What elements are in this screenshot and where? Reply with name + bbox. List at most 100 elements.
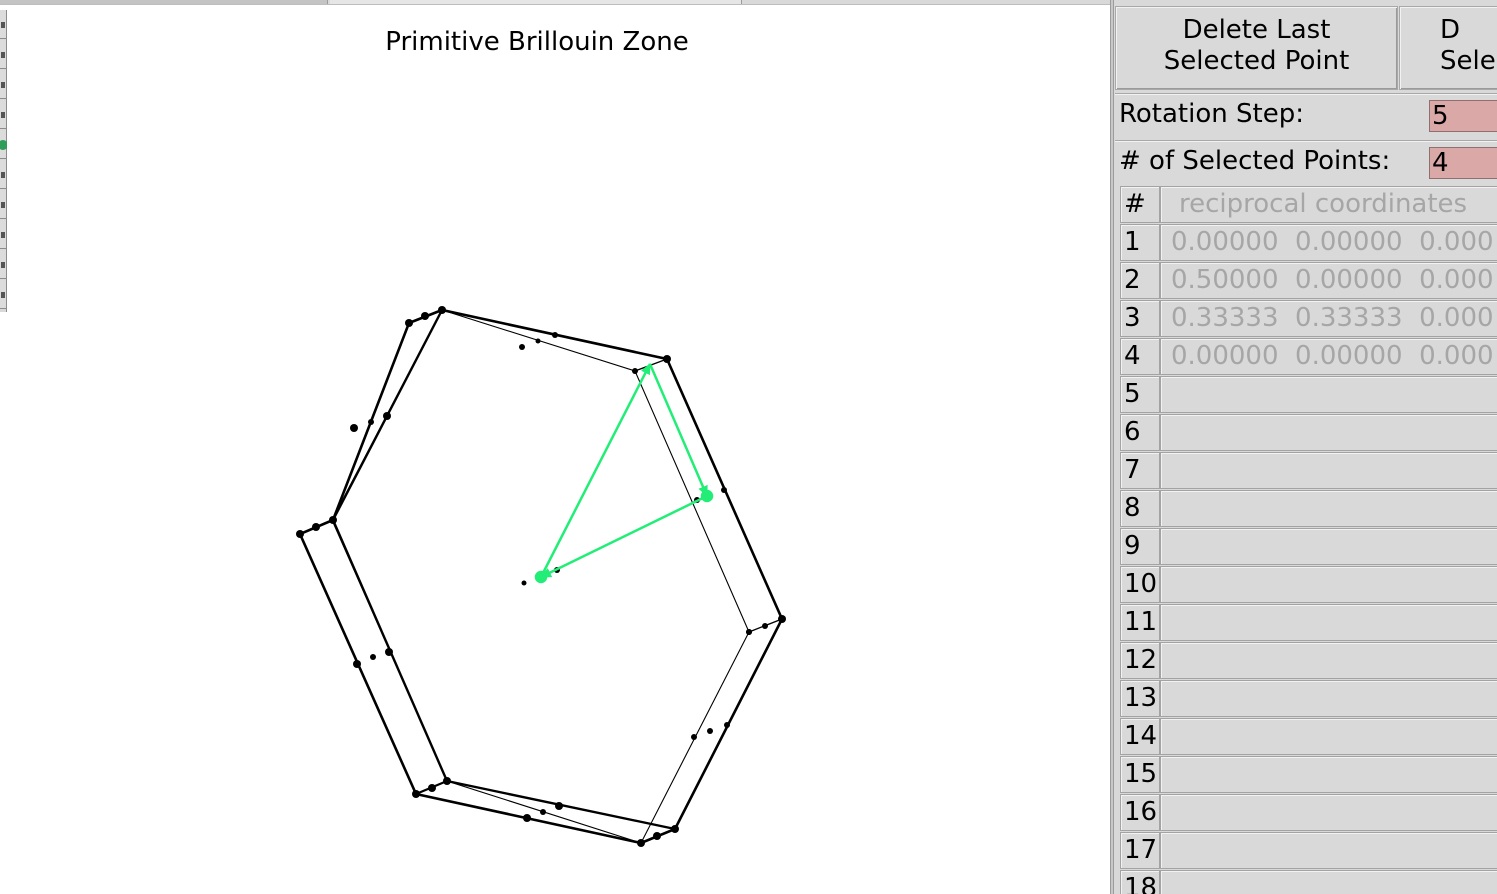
table-row[interactable]: 3 0.33333 0.33333 0.000	[1120, 300, 1497, 338]
refresh-icon[interactable]	[0, 130, 7, 159]
row-coordinates[interactable]	[1160, 794, 1497, 831]
table-row[interactable]: 2 0.50000 0.00000 0.000	[1120, 262, 1497, 300]
row-number: 18	[1120, 870, 1160, 894]
tab-2[interactable]	[330, 0, 742, 4]
selected-k-path	[534, 363, 714, 584]
row-number: 4	[1120, 338, 1160, 375]
path-segment-1	[539, 363, 652, 578]
tool-icon[interactable]	[0, 280, 7, 309]
header-num: #	[1120, 186, 1160, 223]
row-coordinates[interactable]: 0.00000 0.00000 0.000	[1160, 338, 1497, 375]
header-coords: reciprocal coordinates	[1160, 186, 1497, 223]
row-coordinates[interactable]	[1160, 718, 1497, 755]
table-row[interactable]: 14	[1120, 718, 1497, 756]
row-coordinates[interactable]	[1160, 642, 1497, 679]
table-row[interactable]: 6	[1120, 414, 1497, 452]
table-row[interactable]: 9	[1120, 528, 1497, 566]
zone-point-marker	[707, 728, 713, 734]
zone-point-marker	[405, 319, 413, 327]
selected-points-table: # reciprocal coordinates 1 0.00000 0.0000…	[1120, 186, 1497, 894]
rotation-step-row: Rotation Step: 5	[1115, 93, 1497, 135]
row-number: 14	[1120, 718, 1160, 755]
row-number: 17	[1120, 832, 1160, 869]
table-row[interactable]: 16	[1120, 794, 1497, 832]
row-coordinates[interactable]	[1160, 376, 1497, 413]
row-number: 16	[1120, 794, 1160, 831]
table-row[interactable]: 17	[1120, 832, 1497, 870]
delete-selected-label-line1: D	[1440, 15, 1461, 45]
tool-icon[interactable]	[0, 40, 7, 69]
zone-point-marker	[368, 419, 374, 425]
row-coordinates[interactable]: 0.50000 0.00000 0.000	[1160, 262, 1497, 299]
row-coordinates[interactable]	[1160, 604, 1497, 641]
zone-point-marker	[778, 615, 786, 623]
tab-1[interactable]	[0, 0, 328, 4]
plot-toolbar	[0, 10, 7, 312]
row-number: 10	[1120, 566, 1160, 603]
rotation-step-label: Rotation Step:	[1119, 99, 1304, 129]
zone-point-marker	[428, 784, 436, 792]
delete-last-label-line2: Selected Point	[1163, 46, 1350, 76]
delete-selected-button[interactable]: D Sele	[1399, 6, 1497, 90]
tool-icon[interactable]	[0, 220, 7, 249]
tool-icon[interactable]	[0, 70, 7, 99]
row-number: 12	[1120, 642, 1160, 679]
table-row[interactable]: 1 0.00000 0.00000 0.000	[1120, 224, 1497, 262]
table-row[interactable]: 13	[1120, 680, 1497, 718]
tool-icon[interactable]	[0, 190, 7, 219]
table-row[interactable]: 8	[1120, 490, 1497, 528]
row-coordinates[interactable]	[1160, 490, 1497, 527]
row-coordinates[interactable]	[1160, 870, 1497, 894]
table-row[interactable]: 4 0.00000 0.00000 0.000	[1120, 338, 1497, 376]
brillouin-zone-figure[interactable]	[8, 6, 1110, 894]
rotation-step-input[interactable]: 5	[1429, 100, 1497, 132]
table-row[interactable]: 5	[1120, 376, 1497, 414]
row-number: 1	[1120, 224, 1160, 261]
tool-icon[interactable]	[0, 160, 7, 189]
row-number: 5	[1120, 376, 1160, 413]
row-number: 9	[1120, 528, 1160, 565]
row-coordinates[interactable]	[1160, 756, 1497, 793]
path-segment-3	[540, 494, 708, 579]
table-row[interactable]: 15	[1120, 756, 1497, 794]
row-coordinates[interactable]	[1160, 528, 1497, 565]
zone-point-marker	[383, 412, 391, 420]
row-coordinates[interactable]	[1160, 680, 1497, 717]
row-number: 6	[1120, 414, 1160, 451]
row-coordinates[interactable]	[1160, 452, 1497, 489]
row-coordinates[interactable]	[1160, 832, 1497, 869]
zone-point-marker	[671, 825, 679, 833]
table-row[interactable]: 11	[1120, 604, 1497, 642]
zone-point-marker	[523, 814, 531, 822]
table-header: # reciprocal coordinates	[1120, 186, 1497, 224]
row-coordinates[interactable]: 0.00000 0.00000 0.000	[1160, 224, 1497, 261]
selected-points-input[interactable]: 4	[1429, 147, 1497, 179]
row-coordinates[interactable]	[1160, 566, 1497, 603]
zone-point-marker	[632, 368, 638, 374]
tool-icon[interactable]	[0, 250, 7, 279]
table-row[interactable]: 12	[1120, 642, 1497, 680]
zone-point-marker	[385, 648, 393, 656]
tool-icon[interactable]	[0, 10, 7, 39]
zone-point-marker	[438, 306, 446, 314]
row-number: 15	[1120, 756, 1160, 793]
zone-point-marker	[421, 312, 429, 320]
zone-point-marker	[552, 332, 558, 338]
control-panel: Delete Last Selected Point D Sele Rotati…	[1114, 0, 1497, 894]
delete-last-label-line1: Delete Last	[1182, 15, 1331, 45]
zone-point-marker	[637, 839, 645, 847]
tool-icon[interactable]	[0, 100, 7, 129]
table-row[interactable]: 10	[1120, 566, 1497, 604]
zone-point-marker	[653, 832, 661, 840]
selected-points-row: # of Selected Points: 4	[1115, 140, 1497, 182]
row-coordinates[interactable]: 0.33333 0.33333 0.000	[1160, 300, 1497, 337]
row-number: 13	[1120, 680, 1160, 717]
table-row[interactable]: 18	[1120, 870, 1497, 894]
zone-point-marker	[535, 338, 541, 344]
plot-area[interactable]: Primitive Brillouin Zone	[8, 6, 1110, 894]
row-coordinates[interactable]	[1160, 414, 1497, 451]
zone-point-marker	[443, 777, 451, 785]
delete-last-point-button[interactable]: Delete Last Selected Point	[1115, 6, 1398, 90]
zone-point-marker	[762, 623, 768, 629]
table-row[interactable]: 7	[1120, 452, 1497, 490]
